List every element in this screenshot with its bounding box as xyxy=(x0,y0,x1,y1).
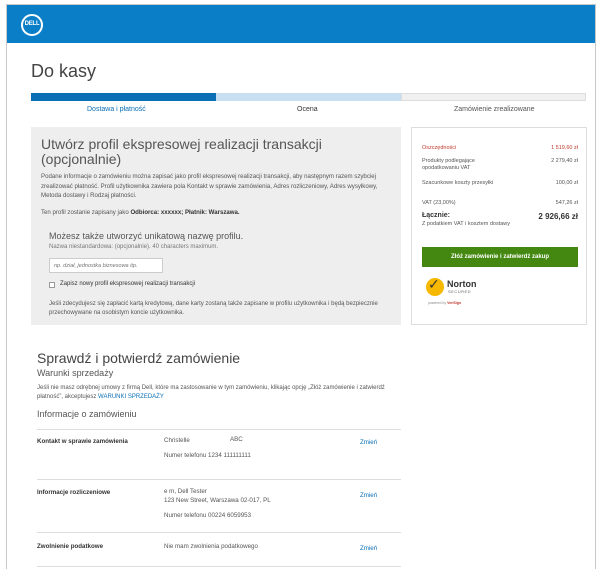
terms-link[interactable]: WARUNKI SPRZEDAŻY xyxy=(98,394,164,400)
norton-secured-text: SECURED xyxy=(448,289,472,294)
norton-checkmark-icon: ✓ xyxy=(428,276,440,292)
contact-phone: Numer telefonu 1234 111111111 xyxy=(164,452,251,459)
top-bar: DELL xyxy=(7,5,595,43)
check-icon: ✓ xyxy=(124,85,132,95)
place-order-button[interactable]: Złóż zamówienie i zatwierdź zakup xyxy=(422,247,578,267)
express-profile-description: Podane informacje o zamówieniu można zap… xyxy=(41,173,378,199)
powered-by-text: powered by xyxy=(428,301,447,305)
order-info-heading: Informacje o zamówieniu xyxy=(37,409,137,419)
tax-exemption-label: Zwolnienie podatkowe xyxy=(37,543,104,550)
saved-as-value: Odbiorca: xxxxxx; Płatnik: Warszawa. xyxy=(130,209,240,216)
step-delivery-payment[interactable]: Dostawa i płatność xyxy=(87,106,146,113)
step-review: Ocena xyxy=(297,106,318,113)
review-title: Sprawdź i potwierdź zamówienie xyxy=(37,350,241,366)
progress-bar xyxy=(31,93,586,101)
summary-label: VAT (23,00%) xyxy=(422,200,456,206)
custom-name-hint: Nazwa niestandardowa: (opcjonalnie). 40 … xyxy=(49,244,219,250)
summary-value: 100,00 zł xyxy=(555,180,578,186)
step-order-complete: Zamówienie zrealizowane xyxy=(454,106,535,113)
page-title: Do kasy xyxy=(31,61,97,81)
contact-company: ABC xyxy=(230,436,243,443)
contact-label: Kontakt w sprawie zamówienia xyxy=(37,438,128,445)
divider xyxy=(37,532,401,533)
billing-phone: Numer telefonu 00224 6059953 xyxy=(164,512,252,519)
total-subtext: Z podatkiem VAT i kosztem dostawy xyxy=(422,221,511,227)
summary-value: 547,26 zł xyxy=(555,200,578,206)
tax-exemption-value: Nie mam zwolnienia podatkowego xyxy=(164,543,258,550)
express-profile-saved-as: Ten profil zostanie zapisany jako Odbior… xyxy=(41,209,240,216)
contact-name: Christelle xyxy=(164,437,190,444)
norton-powered-by: powered by VeriSign xyxy=(428,301,461,305)
total-value: 2 926,66 zł xyxy=(538,212,578,221)
terms-text: Jeśli nie masz odrębnej umowy z firmą De… xyxy=(37,384,407,402)
summary-label: Szacunkowe koszty przesyłki xyxy=(422,180,494,186)
dell-logo[interactable]: DELL xyxy=(21,14,43,36)
norton-name: Norton xyxy=(447,279,477,289)
dell-logo-text: DELL xyxy=(24,21,40,27)
edit-contact-link[interactable]: Zmień xyxy=(360,439,377,446)
billing-address: 123 New Street, Warszawa 02-017, PL xyxy=(164,497,271,504)
profile-name-input[interactable] xyxy=(49,258,163,273)
summary-label: Produkty podlegające opodatkowaniu VAT xyxy=(422,158,475,171)
divider xyxy=(37,566,401,567)
card-storage-note: Jeśli zdecydujesz się zapłacić kartą kre… xyxy=(49,301,378,316)
save-profile-checkbox[interactable] xyxy=(49,282,55,288)
terms-heading: Warunki sprzedaży xyxy=(37,368,114,378)
checkout-window: DELL Do kasy ✓ Dostawa i płatność Ocena … xyxy=(6,4,596,569)
saved-as-prefix: Ten profil zostanie zapisany jako xyxy=(41,209,129,216)
divider xyxy=(37,479,401,480)
norton-secured-badge[interactable]: ✓ Norton SECURED powered by VeriSign xyxy=(426,276,488,306)
terms-body: Jeśli nie masz odrębnej umowy z firmą De… xyxy=(37,385,385,400)
save-profile-checkbox-label[interactable]: Zapisz nowy profil ekspresowej realizacj… xyxy=(60,281,195,287)
edit-billing-link[interactable]: Zmień xyxy=(360,492,377,499)
verisign-text: VeriSign xyxy=(447,301,462,305)
summary-value: 1 519,60 zł xyxy=(551,145,578,151)
order-summary: Oszczędności 1 519,60 zł Produkty podleg… xyxy=(411,127,587,325)
express-profile-title: Utwórz profil ekspresowej realizacji tra… xyxy=(41,136,322,167)
divider xyxy=(37,429,401,430)
express-profile-panel: Utwórz profil ekspresowej realizacji tra… xyxy=(31,127,401,325)
billing-label: Informacje rozliczeniowe xyxy=(37,489,111,496)
edit-tax-exemption-link[interactable]: Zmień xyxy=(360,545,377,552)
summary-label: Oszczędności xyxy=(422,145,457,151)
progress-remaining xyxy=(401,93,586,101)
total-label: Łącznie: xyxy=(422,212,451,219)
billing-name: e m, Dell Tester xyxy=(164,488,207,495)
custom-name-heading: Możesz także utworzyć unikatową nazwę pr… xyxy=(49,231,244,241)
summary-value: 2 279,40 zł xyxy=(551,158,578,164)
